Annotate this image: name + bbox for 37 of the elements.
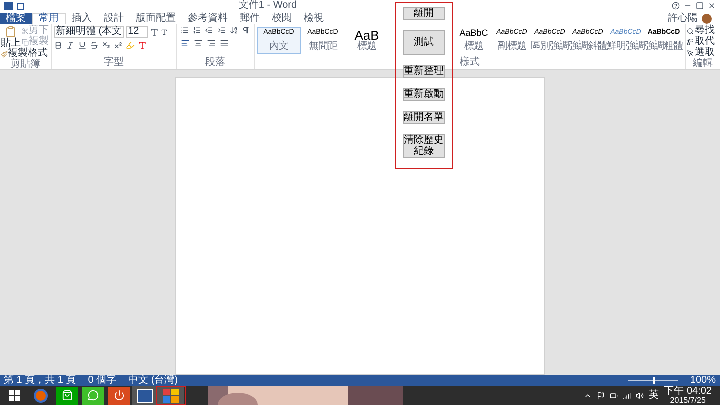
ribbon-tab[interactable]: 版面配置	[130, 13, 182, 24]
font-name-field[interactable]: 新細明體 (本文	[54, 26, 124, 38]
group-label: 樣式	[459, 58, 481, 69]
word-count: 0 個字	[88, 376, 117, 386]
find-button[interactable]: 尋找	[687, 26, 719, 36]
font-size-field[interactable]: 12	[126, 26, 148, 38]
language-indicator: 中文 (台灣)	[128, 376, 178, 386]
page-count: 第 1 頁，共 1 頁	[4, 376, 76, 386]
group-label: 剪貼簿	[10, 59, 42, 71]
zoom-percent: 100%	[690, 376, 716, 386]
panel-button[interactable]: 重新整理	[403, 65, 445, 78]
ribbon-tab[interactable]: 常用	[32, 13, 66, 24]
ribbon-tab[interactable]: 檢視	[298, 13, 330, 24]
ribbon-tab[interactable]: 插入	[66, 13, 98, 24]
file-tab[interactable]: 檔案	[0, 13, 32, 24]
clock-time: 下午 04:02	[664, 386, 712, 396]
style-option[interactable]: AaBbC 標題	[455, 27, 493, 54]
panel-button[interactable]: 測試	[403, 30, 445, 55]
user-name: 許心陽	[668, 14, 699, 24]
paste-button[interactable]: 貼上	[1, 26, 21, 49]
panel-button[interactable]: 重新啟動	[403, 88, 445, 101]
group-label: 段落	[204, 58, 226, 69]
panel-button[interactable]: 離開名單	[403, 111, 445, 124]
panel-button[interactable]: 清除歷史紀錄	[403, 134, 445, 158]
clock-date: 2015/7/25	[670, 396, 706, 404]
group-label: 編輯	[692, 59, 714, 70]
ribbon-tab[interactable]: 參考資料	[182, 13, 234, 24]
format-painter-button[interactable]: 複製格式	[0, 49, 51, 59]
panel-button[interactable]: 離開	[403, 7, 445, 20]
style-option[interactable]: AaB 標題	[345, 27, 389, 54]
input-language: 英	[649, 390, 660, 400]
group-label: 字型	[103, 58, 125, 69]
ribbon-tab[interactable]: 郵件	[234, 13, 266, 24]
ribbon-tab[interactable]: 設計	[98, 13, 130, 24]
ribbon-tab[interactable]: 校閱	[266, 13, 298, 24]
replace-button[interactable]: 取代	[687, 37, 719, 47]
select-button[interactable]: 選取	[687, 48, 719, 58]
